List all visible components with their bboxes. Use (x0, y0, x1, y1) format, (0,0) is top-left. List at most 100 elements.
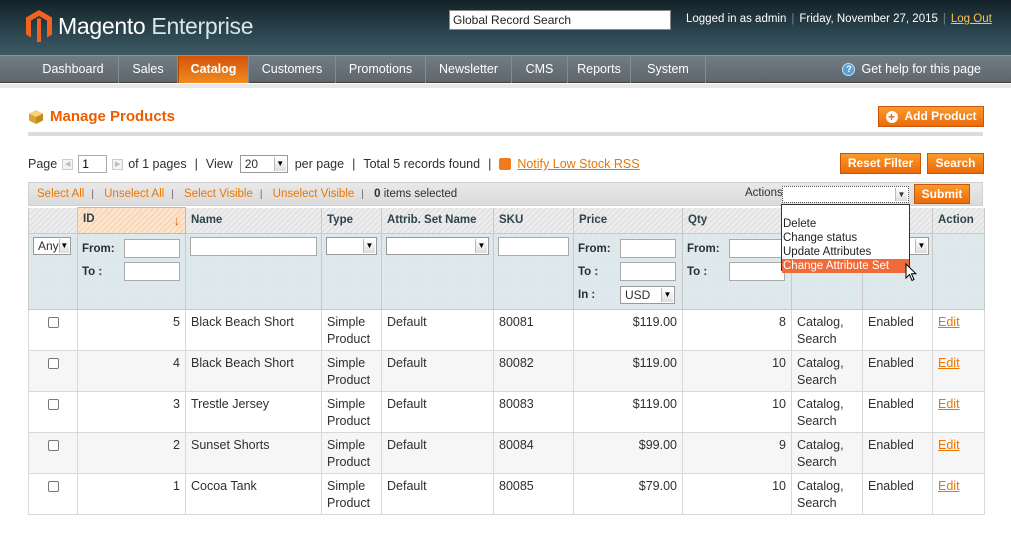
cell-price: $119.00 (573, 391, 683, 433)
type-filter-select[interactable]: ▼ (326, 237, 377, 255)
row-checkbox[interactable] (47, 317, 59, 328)
qty-from-label: From: (687, 242, 720, 255)
id-from-input[interactable] (124, 239, 180, 258)
attrib-set-filter-select[interactable]: ▼ (386, 237, 489, 255)
product-box-icon (29, 109, 43, 124)
nav-customers[interactable]: Customers (249, 56, 336, 83)
cell-name: Trestle Jersey (185, 391, 322, 433)
name-filter-input[interactable] (190, 237, 317, 256)
qty-from-input[interactable] (729, 239, 785, 258)
qty-to-input[interactable] (729, 262, 785, 281)
submit-button[interactable]: Submit (914, 184, 970, 204)
price-from-input[interactable] (620, 239, 676, 258)
col-attrib-set[interactable]: Attrib. Set Name (381, 207, 494, 234)
action-option-update-attributes[interactable]: Update Attributes (782, 245, 909, 259)
per-page-select[interactable]: 20 ▼ (239, 155, 288, 173)
cell-type: Simple Product (321, 350, 382, 392)
total-records: Total 5 records found (363, 157, 481, 171)
chevron-down-icon: ▼ (363, 239, 375, 253)
nav-cms[interactable]: CMS (512, 56, 568, 83)
cell-visibility: Catalog, Search (791, 391, 863, 433)
cell-attrib-set: Default (381, 309, 494, 351)
global-search-input[interactable] (449, 10, 671, 30)
table-row: 4 Black Beach Short Simple Product Defau… (28, 350, 985, 392)
chevron-down-icon: ▼ (661, 287, 673, 302)
cell-type: Simple Product (321, 391, 382, 433)
massaction-filter-select[interactable]: Any ▼ (33, 237, 71, 255)
per-page-text: per page (294, 157, 345, 171)
row-checkbox[interactable] (47, 358, 59, 369)
prev-page-icon[interactable]: ◀ (62, 158, 74, 170)
cell-qty: 10 (682, 350, 792, 392)
reset-filter-button[interactable]: Reset Filter (840, 153, 921, 174)
chevron-down-icon: ▼ (273, 157, 286, 171)
col-qty[interactable]: Qty (682, 207, 792, 234)
magento-logo-icon (26, 10, 52, 42)
edit-link[interactable]: Edit (938, 438, 960, 452)
page-title: Manage Products (50, 108, 176, 125)
cell-type: Simple Product (321, 432, 382, 474)
nav-dashboard[interactable]: Dashboard (28, 56, 119, 83)
chevron-down-icon: ▼ (895, 188, 907, 201)
add-product-button[interactable]: + Add Product (878, 106, 984, 127)
cell-type: Simple Product (321, 473, 382, 515)
nav-promotions[interactable]: Promotions (336, 56, 426, 83)
search-button[interactable]: Search (927, 153, 984, 174)
sku-filter-input[interactable] (498, 237, 569, 256)
help-link[interactable]: ? Get help for this page (842, 56, 981, 83)
actions-select[interactable]: ▼ (782, 186, 909, 203)
table-row: 3 Trestle Jersey Simple Product Default … (28, 391, 985, 433)
current-date: Friday, November 27, 2015 (799, 13, 938, 25)
of-pages-text: of 1 pages (128, 157, 187, 171)
massaction-bar: Select All | Unselect All | Select Visible… (28, 182, 983, 206)
col-name[interactable]: Name (185, 207, 322, 234)
cell-visibility: Catalog, Search (791, 350, 863, 392)
currency-select[interactable]: USD ▼ (620, 285, 675, 304)
id-to-input[interactable] (124, 262, 180, 281)
col-sku[interactable]: SKU (493, 207, 574, 234)
cell-status: Enabled (862, 432, 933, 474)
edit-link[interactable]: Edit (938, 315, 960, 329)
row-checkbox[interactable] (47, 440, 59, 451)
plus-icon: + (885, 111, 898, 123)
select-visible-link[interactable]: Select Visible (184, 188, 253, 200)
nav-catalog[interactable]: Catalog (178, 56, 249, 83)
action-option-change-status[interactable]: Change status (782, 231, 909, 245)
nav-reports[interactable]: Reports (568, 56, 631, 83)
cell-name: Black Beach Short (185, 309, 322, 351)
edit-link[interactable]: Edit (938, 356, 960, 370)
action-option-change-attribute-set[interactable]: Change Attribute Set (782, 259, 909, 273)
col-price[interactable]: Price (573, 207, 683, 234)
logout-link[interactable]: Log Out (951, 13, 992, 25)
col-id[interactable]: ID ↓ (77, 207, 186, 234)
brand-name: Magento Enterprise (58, 12, 254, 39)
row-checkbox[interactable] (47, 399, 59, 410)
action-option-delete[interactable]: Delete (782, 217, 909, 231)
col-massaction (28, 207, 78, 234)
unselect-all-link[interactable]: Unselect All (104, 188, 164, 200)
next-page-icon[interactable]: ▶ (112, 158, 124, 170)
edit-link[interactable]: Edit (938, 479, 960, 493)
nav-newsletter[interactable]: Newsletter (426, 56, 512, 83)
nav-underbar (0, 84, 1011, 88)
items-selected-text: items selected (383, 188, 458, 200)
table-row: 1 Cocoa Tank Simple Product Default 8008… (28, 473, 985, 515)
page-number-input[interactable] (78, 155, 108, 173)
nav-sales[interactable]: Sales (119, 56, 178, 83)
magento-logo[interactable]: Magento Enterprise (26, 10, 254, 42)
select-all-link[interactable]: Select All (37, 188, 84, 200)
cell-id: 2 (77, 432, 186, 474)
edit-link[interactable]: Edit (938, 397, 960, 411)
row-checkbox[interactable] (47, 481, 59, 492)
help-icon: ? (842, 63, 856, 76)
cell-sku: 80085 (493, 473, 574, 515)
cell-name: Cocoa Tank (185, 473, 322, 515)
notify-low-stock-rss-link[interactable]: Notify Low Stock RSS (517, 157, 639, 171)
cell-id: 1 (77, 473, 186, 515)
unselect-visible-link[interactable]: Unselect Visible (273, 188, 355, 200)
price-to-label: To : (578, 265, 599, 278)
nav-system[interactable]: System (631, 56, 706, 83)
price-to-input[interactable] (620, 262, 676, 281)
pager: Page ◀ ▶ of 1 pages | View 20▼ per page … (28, 155, 640, 173)
col-type[interactable]: Type (321, 207, 382, 234)
